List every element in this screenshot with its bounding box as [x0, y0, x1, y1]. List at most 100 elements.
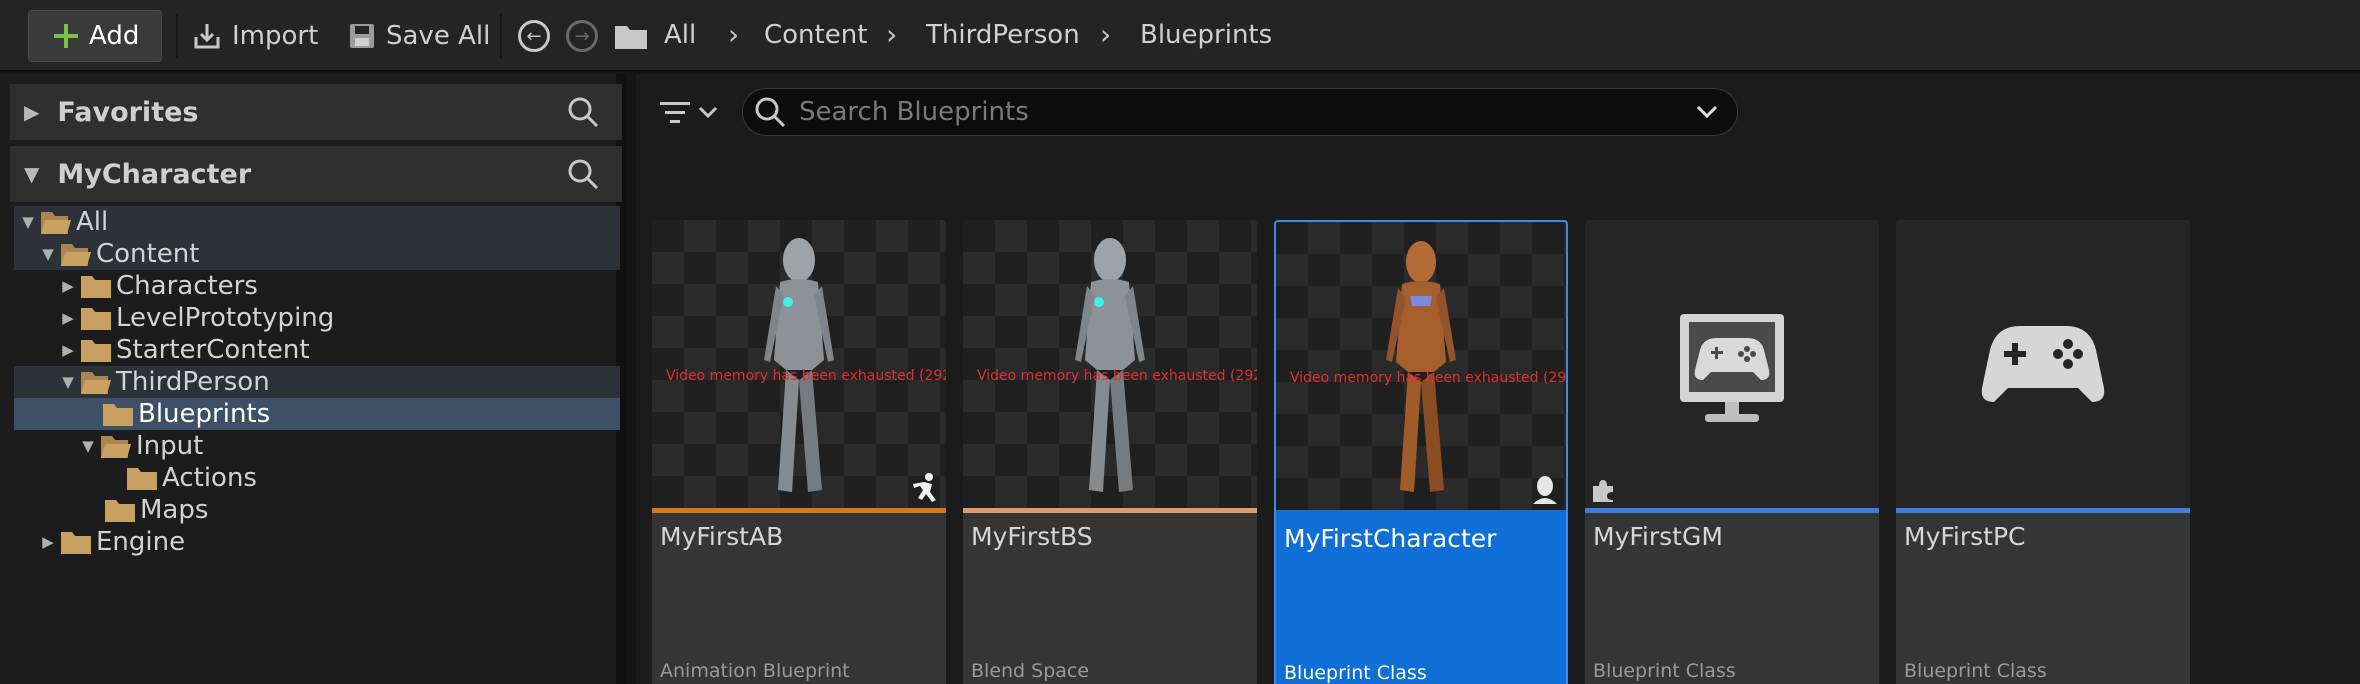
asset-type: Blueprint Class	[1904, 660, 2047, 682]
tree-item-thirdperson[interactable]: ▼ ThirdPerson	[58, 366, 270, 398]
folder-icon	[81, 276, 111, 298]
tree-item-input[interactable]: ▼ Input	[78, 430, 203, 462]
running-figure-icon	[913, 473, 936, 502]
asset-type: Blend Space	[971, 660, 1090, 682]
toolbar-divider	[500, 14, 502, 58]
forward-button[interactable]: →	[566, 20, 598, 52]
chevron-right-icon: ▶	[42, 533, 54, 551]
chevron-down-icon[interactable]	[1695, 101, 1719, 121]
asset-thumbnail: Video memory has been exhausted (297.37	[1276, 222, 1566, 510]
project-header[interactable]: ▼ MyCharacter	[10, 146, 622, 202]
asset-view-panel: Video memory has been exhausted (292.50 …	[636, 74, 2360, 684]
favorites-header[interactable]: ▶ Favorites	[10, 84, 622, 140]
search-icon	[755, 97, 786, 128]
tree-label: Characters	[116, 271, 258, 301]
tree-label: StarterContent	[116, 335, 310, 365]
tree-label: ThirdPerson	[116, 367, 270, 397]
content-browser-toolbar: Add Import Save All ← → All › Content › …	[0, 0, 2360, 72]
folder-icon	[81, 308, 111, 330]
asset-type-bar	[963, 508, 1257, 513]
asset-type-bar	[1896, 508, 2190, 513]
mannequin-figure	[1386, 241, 1456, 492]
video-memory-warning: Video memory has been exhausted (292.50	[977, 368, 1257, 384]
folder-open-icon	[41, 212, 71, 234]
asset-thumbnail	[1896, 220, 2190, 508]
asset-tile-myfirstpc[interactable]: MyFirstPC Blueprint Class	[1896, 220, 2190, 684]
tree-item-levelprototyping[interactable]: ▶ LevelPrototyping	[58, 302, 334, 334]
asset-name: MyFirstCharacter	[1284, 524, 1497, 553]
video-memory-warning: Video memory has been exhausted (292.50	[666, 368, 946, 384]
chevron-right-icon: ▶	[62, 309, 74, 327]
forward-icon: →	[574, 25, 590, 47]
folder-icon	[103, 404, 133, 426]
chevron-down-icon: ▼	[42, 245, 54, 263]
search-icon[interactable]	[566, 157, 600, 191]
chevron-right-icon: ▶	[62, 341, 74, 359]
tree-item-all[interactable]: ▼ All	[18, 206, 108, 238]
asset-tile-myfirstab[interactable]: Video memory has been exhausted (292.50 …	[652, 220, 946, 684]
tree-item-blueprints[interactable]: Blueprints	[80, 398, 270, 430]
tree-label: Actions	[162, 463, 257, 493]
tree-label: Content	[96, 239, 200, 269]
tree-label: Input	[136, 431, 204, 461]
chevron-down-icon	[698, 106, 718, 119]
asset-tile-myfirstgm[interactable]: MyFirstGM Blueprint Class	[1585, 220, 1879, 684]
asset-tile-myfirstcharacter[interactable]: Video memory has been exhausted (297.37 …	[1274, 220, 1568, 684]
favorites-label: Favorites	[57, 96, 199, 128]
asset-tile-myfirstbs[interactable]: Video memory has been exhausted (292.50 …	[963, 220, 1257, 684]
breadcrumb-all[interactable]: All	[664, 20, 696, 50]
tree-label: Blueprints	[138, 399, 271, 429]
folder-icon	[127, 468, 157, 490]
mannequin-figure	[764, 238, 834, 492]
breadcrumb-thirdperson[interactable]: ThirdPerson	[926, 20, 1080, 50]
breadcrumb-separator: ›	[1100, 18, 1112, 51]
breadcrumb-separator: ›	[728, 18, 740, 51]
asset-type: Blueprint Class	[1593, 660, 1736, 682]
tree-item-maps[interactable]: Maps	[82, 494, 208, 526]
folder-icon	[615, 26, 647, 49]
folder-icon	[81, 340, 111, 362]
asset-type: Blueprint Class	[1284, 662, 1427, 684]
video-memory-warning: Video memory has been exhausted (297.37	[1290, 370, 1568, 386]
asset-thumbnail: Video memory has been exhausted (292.50	[652, 220, 946, 508]
search-icon[interactable]	[566, 95, 600, 129]
tree-item-engine[interactable]: ▶ Engine	[38, 526, 185, 558]
chevron-right-icon: ▶	[24, 100, 40, 124]
tree-item-characters[interactable]: ▶ Characters	[58, 270, 258, 302]
import-icon	[194, 24, 220, 49]
chevron-down-icon: ▼	[82, 437, 94, 455]
asset-type-bar	[1585, 508, 1879, 513]
folder-open-icon	[61, 244, 91, 266]
tree-label: Maps	[140, 495, 209, 525]
chevron-down-icon: ▼	[22, 213, 34, 231]
breadcrumb-blueprints[interactable]: Blueprints	[1140, 20, 1272, 50]
search-input[interactable]	[799, 97, 1659, 127]
gamepad-icon	[1981, 326, 2105, 402]
filter-button[interactable]	[658, 90, 718, 134]
tree-label: Engine	[96, 527, 186, 557]
import-label: Import	[232, 21, 319, 51]
asset-type: Animation Blueprint	[660, 660, 850, 682]
tree-item-content[interactable]: ▼ Content	[38, 238, 199, 270]
tree-label: All	[76, 207, 109, 237]
asset-name: MyFirstBS	[971, 522, 1093, 551]
asset-thumbnail: Video memory has been exhausted (292.50	[963, 220, 1257, 508]
monitor-gamepad-icon	[1680, 314, 1784, 422]
tree-item-startercontent[interactable]: ▶ StarterContent	[58, 334, 310, 366]
tree-item-actions[interactable]: Actions	[104, 462, 257, 494]
mannequin-figure	[1075, 238, 1145, 492]
chevron-down-icon: ▼	[62, 373, 74, 391]
tree-label: LevelPrototyping	[116, 303, 335, 333]
back-icon: ←	[526, 25, 542, 47]
add-button[interactable]: Add	[28, 10, 162, 62]
search-field[interactable]	[742, 88, 1738, 136]
breadcrumb-content[interactable]: Content	[764, 20, 867, 50]
folder-icon	[105, 500, 135, 522]
back-button[interactable]: ←	[518, 20, 550, 52]
save-icon	[350, 24, 374, 48]
import-button[interactable]: Import	[192, 10, 318, 62]
asset-name: MyFirstAB	[660, 522, 784, 551]
save-all-button[interactable]: Save All	[348, 10, 490, 62]
folder-open-icon	[81, 372, 111, 394]
asset-name: MyFirstPC	[1904, 522, 2026, 551]
